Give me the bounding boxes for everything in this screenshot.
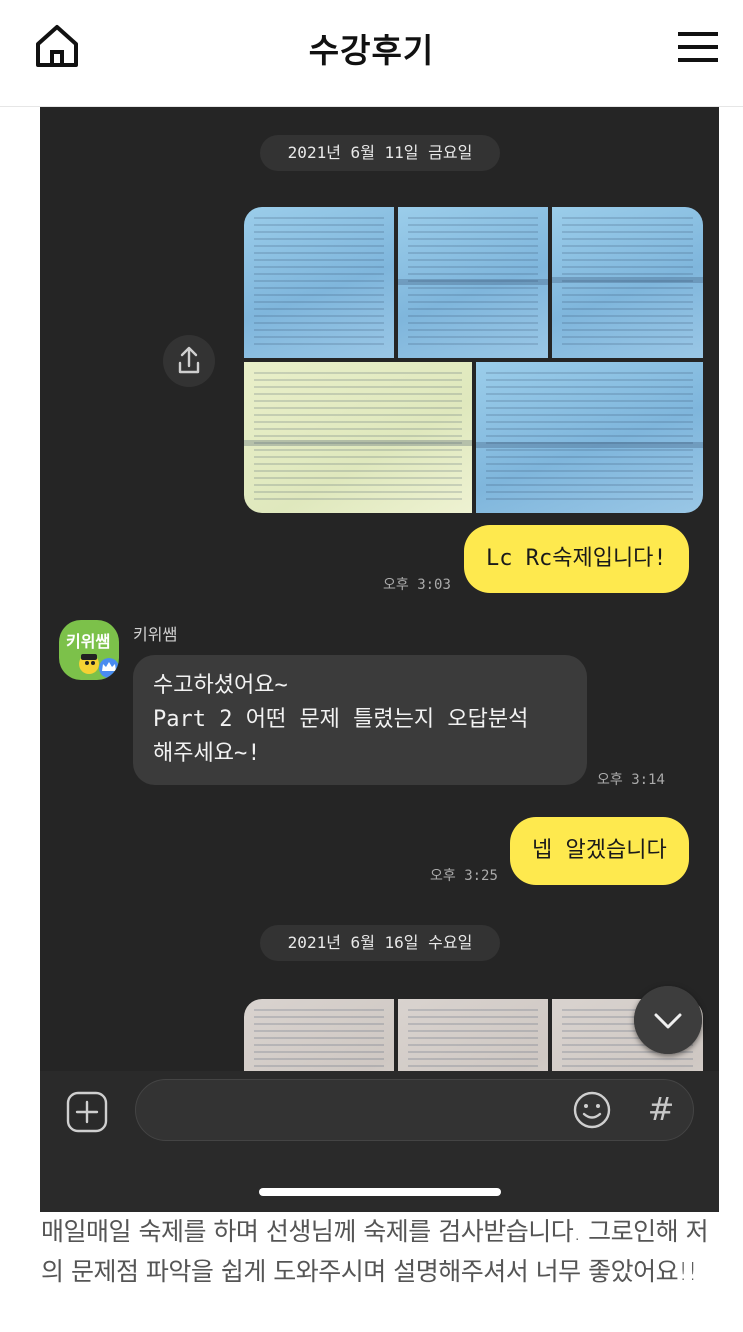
my-message-bubble: 넵 알겠습니다 — [510, 817, 689, 885]
chat-screenshot: 2021년 6월 11일 금요일 Lc Rc숙제입니다! 오후 3:03 키위쌤… — [40, 107, 719, 1212]
photo-thumbnail[interactable] — [476, 362, 703, 513]
photo-thumbnail[interactable] — [398, 999, 548, 1071]
hamburger-menu-icon[interactable] — [676, 30, 720, 64]
date-divider: 2021년 6월 16일 수요일 — [260, 925, 500, 961]
hash-button[interactable]: # — [646, 1089, 676, 1129]
top-bar: 수강후기 — [0, 0, 743, 107]
photo-thumbnail[interactable] — [244, 999, 394, 1071]
sender-name: 키위쌤 — [133, 625, 178, 644]
message-line: 수고하셨어요~ — [153, 673, 288, 698]
photo-thumbnail[interactable] — [552, 207, 703, 358]
their-message-bubble: 수고하셨어요~ Part 2 어떤 문제 틀렸는지 오답분석 해주세요~! — [133, 655, 587, 785]
message-time: 오후 3:03 — [383, 577, 451, 593]
home-indicator — [259, 1188, 501, 1196]
chevron-down-icon[interactable] — [634, 986, 702, 1054]
photo-album[interactable] — [244, 207, 703, 513]
avatar[interactable]: 키위쌤 — [59, 620, 119, 680]
share-icon[interactable] — [163, 335, 215, 387]
review-text: 매일매일 숙제를 하며 선생님께 숙제를 검사받습니다. 그로인해 저의 문제점… — [41, 1217, 709, 1286]
message-input-bar: # — [40, 1071, 719, 1212]
plus-icon[interactable] — [66, 1091, 108, 1133]
photo-thumbnail[interactable] — [398, 207, 548, 358]
message-line: 해주세요~! — [153, 741, 261, 766]
page-title: 수강후기 — [308, 31, 435, 70]
message-time: 오후 3:25 — [430, 868, 498, 884]
my-message-bubble: Lc Rc숙제입니다! — [464, 525, 689, 593]
message-time: 오후 3:14 — [597, 772, 665, 788]
character-icon — [79, 654, 119, 678]
photo-thumbnail[interactable] — [244, 207, 394, 358]
emoji-icon[interactable] — [572, 1090, 612, 1130]
photo-thumbnail[interactable] — [244, 362, 472, 513]
message-line: Part 2 어떤 문제 틀렸는지 오답분석 — [153, 707, 529, 732]
photo-album[interactable] — [244, 999, 703, 1071]
date-divider: 2021년 6월 11일 금요일 — [260, 135, 500, 171]
